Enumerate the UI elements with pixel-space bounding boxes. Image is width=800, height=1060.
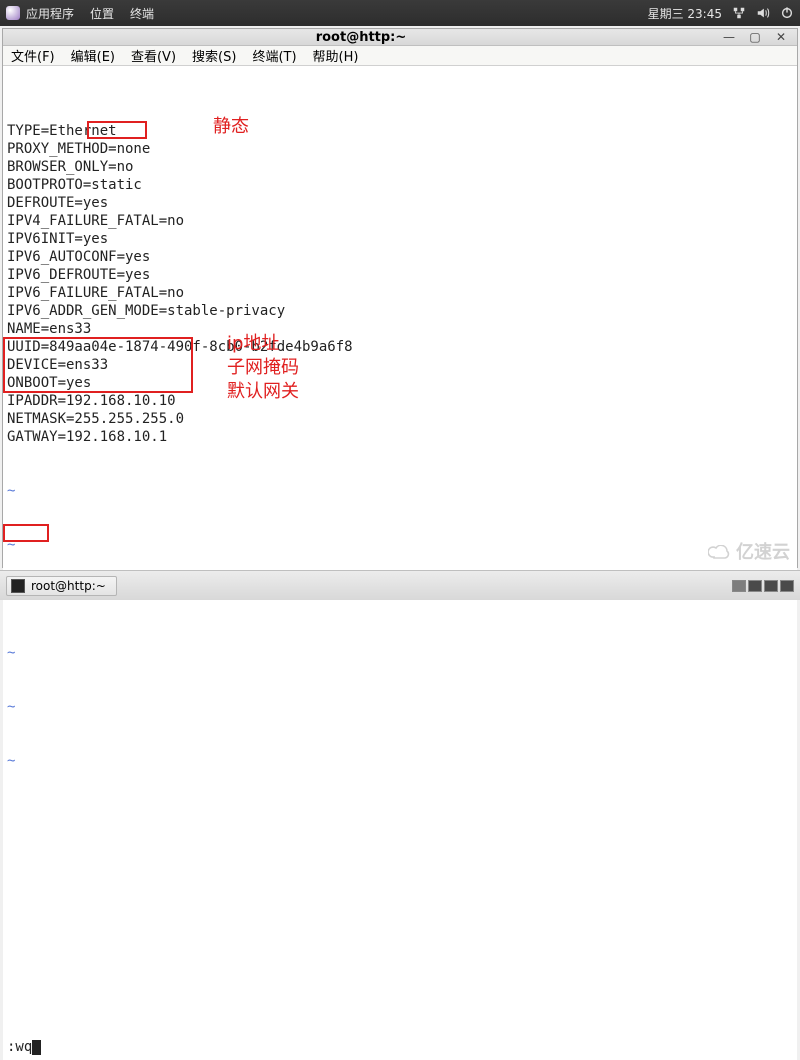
terminal-window: root@http:~ — ▢ ✕ 文件(F) 编辑(E) 查看(V) 搜索(S…	[2, 28, 798, 568]
menu-places[interactable]: 位置	[90, 5, 114, 22]
config-line: GATWAY=192.168.10.1	[7, 428, 793, 446]
menu-edit[interactable]: 编辑(E)	[71, 46, 115, 65]
config-line: IPV6_AUTOCONF=yes	[7, 248, 793, 266]
menu-terminal[interactable]: 终端	[130, 5, 154, 22]
menu-terminal[interactable]: 终端(T)	[252, 46, 296, 65]
terminal-content[interactable]: TYPE=EthernetPROXY_METHOD=noneBROWSER_ON…	[3, 66, 797, 1060]
workspace-2[interactable]	[748, 580, 762, 592]
workspace-4[interactable]	[780, 580, 794, 592]
config-line: ONBOOT=yes	[7, 374, 793, 392]
config-line: NETMASK=255.255.255.0	[7, 410, 793, 428]
gnome-logo-icon	[6, 6, 20, 20]
vim-empty-line: ~	[7, 752, 793, 770]
config-line: IPV6_DEFROUTE=yes	[7, 266, 793, 284]
window-title: root@http:~	[11, 30, 711, 45]
config-line: PROXY_METHOD=none	[7, 140, 793, 158]
config-line: IPV6_ADDR_GEN_MODE=stable-privacy	[7, 302, 793, 320]
cursor-icon	[32, 1040, 41, 1055]
menu-applications[interactable]: 应用程序	[26, 5, 74, 22]
top-panel: 应用程序 位置 终端 星期三 23:45	[0, 0, 800, 26]
workspace-3[interactable]	[764, 580, 778, 592]
network-icon[interactable]	[732, 6, 746, 21]
power-icon[interactable]	[780, 6, 794, 21]
vim-empty-line: ~	[7, 536, 793, 554]
vim-empty-line: ~	[7, 482, 793, 500]
menu-file[interactable]: 文件(F)	[11, 46, 55, 65]
titlebar[interactable]: root@http:~ — ▢ ✕	[3, 29, 797, 46]
taskbar: root@http:~	[0, 570, 800, 600]
terminal-icon	[11, 579, 25, 593]
workspace-1[interactable]	[732, 580, 746, 592]
config-line: IPV4_FAILURE_FATAL=no	[7, 212, 793, 230]
clock[interactable]: 星期三 23:45	[648, 5, 722, 22]
config-line: UUID=849aa04e-1874-490f-8cb0-b2fde4b9a6f…	[7, 338, 793, 356]
close-button[interactable]: ✕	[773, 29, 789, 45]
config-line: BROWSER_ONLY=no	[7, 158, 793, 176]
minimize-button[interactable]: —	[721, 29, 737, 45]
config-line: DEFROUTE=yes	[7, 194, 793, 212]
taskbar-item-label: root@http:~	[31, 579, 106, 593]
config-line: NAME=ens33	[7, 320, 793, 338]
taskbar-item-terminal[interactable]: root@http:~	[6, 576, 117, 596]
volume-icon[interactable]	[756, 6, 770, 21]
workspace-switcher[interactable]	[732, 580, 794, 592]
watermark: 亿速云	[708, 538, 790, 564]
vim-command-line[interactable]: :wq	[7, 1038, 41, 1056]
config-line: IPV6_FAILURE_FATAL=no	[7, 284, 793, 302]
config-line: IPADDR=192.168.10.10	[7, 392, 793, 410]
menu-view[interactable]: 查看(V)	[131, 46, 176, 65]
maximize-button[interactable]: ▢	[747, 29, 763, 45]
vim-empty-line: ~	[7, 698, 793, 716]
config-line: IPV6INIT=yes	[7, 230, 793, 248]
vim-empty-line: ~	[7, 644, 793, 662]
menu-search[interactable]: 搜索(S)	[192, 46, 236, 65]
config-line: TYPE=Ethernet	[7, 122, 793, 140]
config-line: DEVICE=ens33	[7, 356, 793, 374]
menu-help[interactable]: 帮助(H)	[313, 46, 359, 65]
menubar: 文件(F) 编辑(E) 查看(V) 搜索(S) 终端(T) 帮助(H)	[3, 46, 797, 66]
config-line: BOOTPROTO=static	[7, 176, 793, 194]
